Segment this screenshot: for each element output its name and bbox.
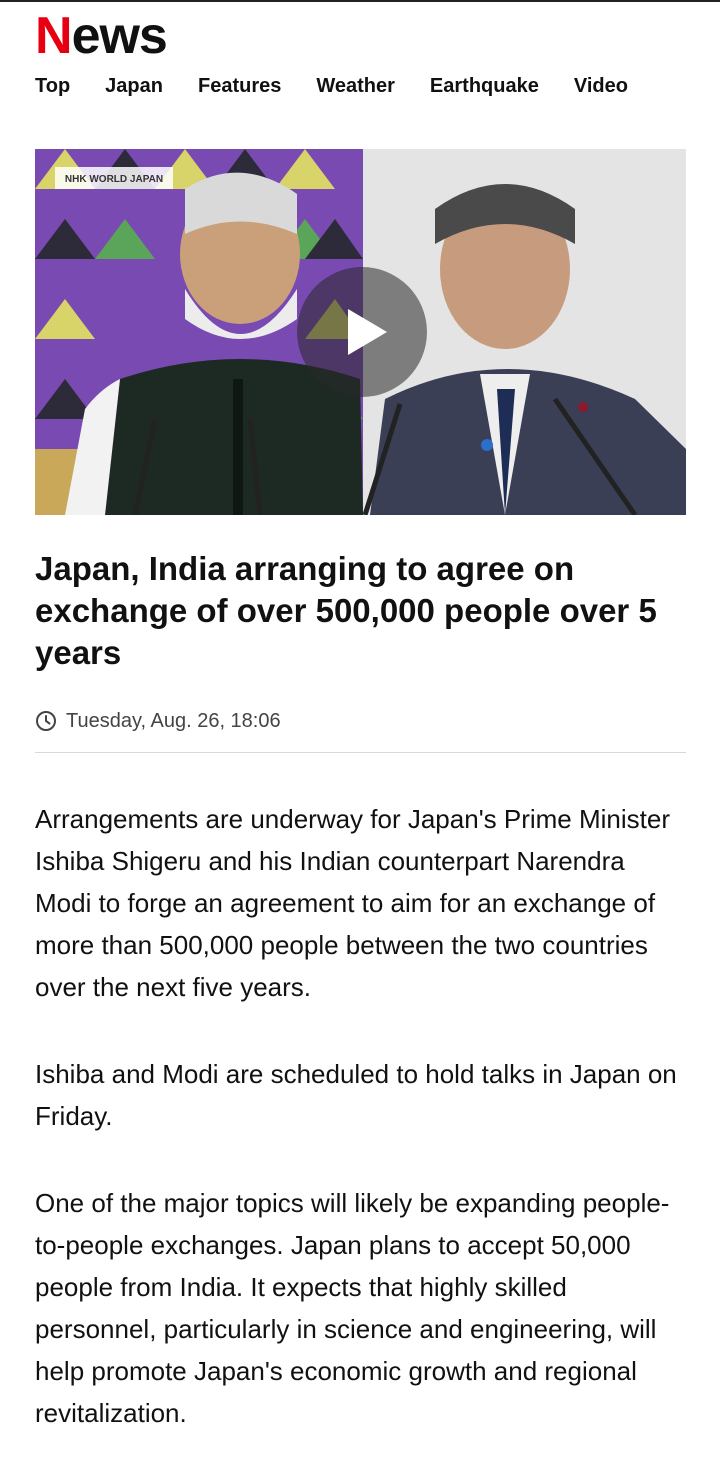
- play-button[interactable]: [297, 267, 427, 397]
- watermark-text: NHK WORLD JAPAN: [65, 174, 163, 185]
- paragraph: One of the major topics will likely be e…: [35, 1188, 670, 1428]
- paragraph: Ishiba and Modi are scheduled to hold ta…: [35, 1059, 677, 1131]
- date-text: Tuesday, Aug. 26, 18:06: [66, 709, 281, 732]
- nav-features[interactable]: Features: [198, 72, 281, 100]
- nav-top[interactable]: Top: [35, 72, 70, 100]
- nhk-watermark: NHK WORLD JAPAN: [55, 167, 173, 189]
- section-nav: Top Japan Features Weather Earthquake Vi…: [35, 72, 663, 100]
- nav-earthquake[interactable]: Earthquake: [430, 72, 539, 100]
- nav-weather[interactable]: Weather: [316, 72, 395, 100]
- news-logo[interactable]: News: [35, 7, 168, 65]
- divider: [35, 752, 686, 753]
- article-body: Arrangements are underway for Japan's Pr…: [35, 798, 685, 1463]
- clock-icon: [36, 711, 56, 731]
- logo-initial: N: [35, 7, 73, 65]
- article-date: Tuesday, Aug. 26, 18:06: [35, 707, 281, 735]
- logo-rest: ews: [71, 7, 168, 65]
- nav-japan[interactable]: Japan: [105, 72, 163, 100]
- article-headline: Japan, India arranging to agree on excha…: [35, 550, 657, 671]
- paragraph: Arrangements are underway for Japan's Pr…: [35, 804, 671, 1002]
- top-border: [0, 0, 720, 2]
- video-thumbnail[interactable]: NHK WORLD JAPAN: [35, 149, 686, 515]
- nav-video[interactable]: Video: [574, 72, 628, 100]
